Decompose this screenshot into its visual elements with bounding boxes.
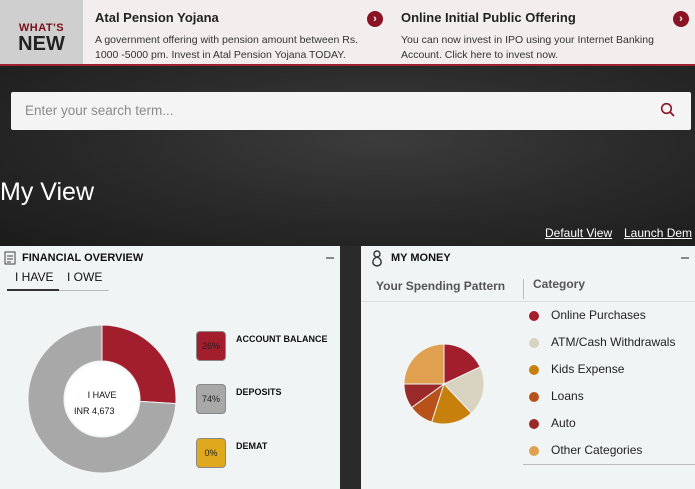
panel-header: FINANCIAL OVERVIEW (0, 246, 340, 270)
account-balance-chip: 26% (196, 331, 226, 361)
news-desc-line: A government offering with pension amoun… (95, 34, 359, 46)
header-divider (523, 279, 524, 299)
whats-new-bar: WHAT'S NEW Atal Pension Yojana A governm… (0, 0, 695, 66)
spending-pattern-heading: Your Spending Pattern (376, 279, 506, 293)
category-dot-icon (529, 338, 539, 348)
document-icon (4, 251, 16, 265)
news-desc: A government offering with pension amoun… (95, 33, 375, 63)
money-bag-icon (372, 250, 382, 267)
default-view-link[interactable]: Default View (545, 226, 612, 240)
header-rule (361, 301, 695, 302)
news-desc: You can now invest in IPO using your Int… (401, 33, 681, 63)
news-desc-line: 1000 -5000 pm. Invest in Atal Pension Yo… (95, 49, 346, 61)
tab-i-owe[interactable]: I OWE (67, 270, 102, 284)
pie-slice-other-categories[interactable] (403, 343, 445, 385)
demat-chip: 0% (196, 438, 226, 468)
minimize-icon[interactable] (681, 257, 689, 259)
donut-center-label: I HAVE (87, 390, 117, 400)
tab-i-have[interactable]: I HAVE (15, 270, 53, 284)
panel-title: MY MONEY (391, 252, 451, 264)
search-icon[interactable] (660, 102, 676, 118)
demat-label: DEMAT (236, 441, 268, 451)
deposits-label: DEPOSITS (236, 387, 282, 397)
account-balance-label: ACCOUNT BALANCE (236, 334, 328, 344)
spending-pie-chart[interactable] (403, 343, 485, 425)
category-list-bottom-rule (523, 464, 695, 465)
minimize-icon[interactable] (326, 257, 334, 259)
category-label: Other Categories (551, 443, 643, 457)
chevron-right-icon[interactable]: › (367, 11, 383, 27)
page-title: My View (0, 178, 95, 206)
panel-header: MY MONEY (361, 246, 695, 270)
whats-new-line2: NEW (18, 33, 65, 55)
tab-divider (59, 290, 109, 291)
launch-demo-link[interactable]: Launch Dem (624, 226, 692, 240)
news-title[interactable]: Atal Pension Yojana (95, 10, 375, 25)
donut-center-value: INR 4,673 (74, 406, 115, 416)
news-item-apy[interactable]: Atal Pension Yojana A government offerin… (95, 10, 375, 63)
whats-new-badge: WHAT'S NEW (0, 0, 83, 64)
category-label: Online Purchases (551, 308, 646, 322)
category-label: ATM/Cash Withdrawals (551, 335, 676, 349)
category-dot-icon (529, 392, 539, 402)
financial-overview-panel: FINANCIAL OVERVIEW I HAVE I OWE I HAVE I… (0, 246, 340, 489)
category-label: Loans (551, 389, 584, 403)
panel-title: FINANCIAL OVERVIEW (22, 252, 144, 264)
category-label: Kids Expense (551, 362, 625, 376)
search-bar[interactable]: Enter your search term... (11, 92, 691, 130)
news-title[interactable]: Online Initial Public Offering (401, 10, 681, 25)
news-desc-line: Account. Click here to invest now. (401, 49, 558, 61)
category-heading: Category (533, 277, 586, 291)
category-dot-icon (529, 446, 539, 456)
category-dot-icon (529, 419, 539, 429)
deposits-chip: 74% (196, 384, 226, 414)
category-label: Auto (551, 416, 576, 430)
search-input[interactable]: Enter your search term... (25, 103, 174, 118)
tab-active-indicator (7, 289, 59, 291)
news-desc-line: You can now invest in IPO using your Int… (401, 34, 654, 46)
category-dot-icon (529, 365, 539, 375)
category-dot-icon (529, 311, 539, 321)
my-money-panel: MY MONEY Your Spending Pattern Category … (361, 246, 695, 489)
news-item-ipo[interactable]: Online Initial Public Offering You can n… (401, 10, 681, 63)
chevron-right-icon[interactable]: › (673, 11, 689, 27)
